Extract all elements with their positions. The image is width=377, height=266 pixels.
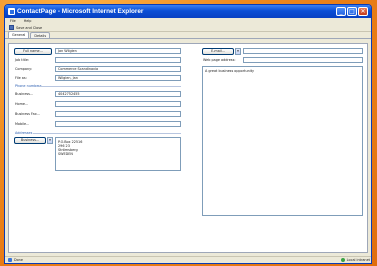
file-as-label: File as:: [15, 76, 27, 80]
toolbar: Save and Close: [5, 24, 371, 32]
addresses-separator: [33, 133, 181, 134]
address-type-dropdown[interactable]: ▾: [47, 137, 53, 144]
minimize-button[interactable]: _: [336, 7, 346, 16]
business-fax-label[interactable]: Business Fax...: [15, 112, 40, 116]
tab-general[interactable]: General: [8, 31, 30, 38]
status-bar: Done Local intranet: [5, 256, 371, 263]
job-title-label: Job title:: [15, 58, 30, 62]
business-fax-field[interactable]: [55, 111, 181, 117]
file-as-field[interactable]: Wilgien, Jan: [55, 75, 181, 81]
webpage-field[interactable]: [243, 57, 363, 63]
zone-text: Local intranet: [346, 258, 370, 262]
mobile-phone-field[interactable]: [55, 121, 181, 127]
browser-window: ContactPage - Microsoft Internet Explore…: [4, 4, 372, 264]
webpage-label: Web page address:: [203, 58, 236, 62]
address-type-button[interactable]: Business...: [14, 137, 46, 144]
addresses-heading: Addresses: [15, 131, 33, 135]
menu-item-help[interactable]: Help: [24, 19, 32, 23]
email-field[interactable]: [243, 48, 363, 54]
business-phone-label[interactable]: Business...: [15, 92, 33, 96]
tab-strip: General Details: [5, 31, 371, 39]
mobile-phone-label[interactable]: Mobile...: [15, 122, 29, 126]
phone-separator: [39, 86, 181, 87]
page-icon: [8, 258, 12, 262]
close-button[interactable]: ✕: [358, 7, 368, 16]
full-name-field[interactable]: Jan Wilgien: [55, 48, 181, 54]
save-close-button[interactable]: Save and Close: [16, 26, 42, 30]
tab-details[interactable]: Details: [30, 32, 51, 38]
form-panel: Full name... Jan Wilgien Job title: Comp…: [8, 43, 368, 253]
phone-numbers-heading: Phone numbers: [15, 84, 42, 88]
home-phone-field[interactable]: [55, 101, 181, 107]
status-text: Done: [14, 258, 23, 262]
company-field[interactable]: Commerce Scandinavia: [55, 66, 181, 72]
title-bar[interactable]: ContactPage - Microsoft Internet Explore…: [5, 5, 371, 18]
notes-field[interactable]: A great business opportunity: [202, 66, 363, 216]
maximize-button[interactable]: □: [347, 7, 357, 16]
save-icon: [9, 25, 14, 30]
ie-app-icon: [8, 8, 15, 15]
menu-item-file[interactable]: File: [10, 19, 16, 23]
business-phone-field[interactable]: 4042752455: [55, 91, 181, 97]
job-title-field[interactable]: [55, 57, 181, 63]
company-label: Company:: [15, 67, 33, 71]
email-button[interactable]: E-mail...: [202, 48, 234, 55]
address-field[interactable]: P.O.Box 22516 296 23 Strömsberg SWEDEN: [55, 137, 181, 171]
email-dropdown[interactable]: ▾: [235, 48, 241, 55]
home-phone-label[interactable]: Home...: [15, 102, 28, 106]
window-title: ContactPage - Microsoft Internet Explore…: [17, 8, 144, 15]
intranet-globe-icon: [340, 258, 345, 262]
full-name-button[interactable]: Full name...: [14, 48, 52, 55]
